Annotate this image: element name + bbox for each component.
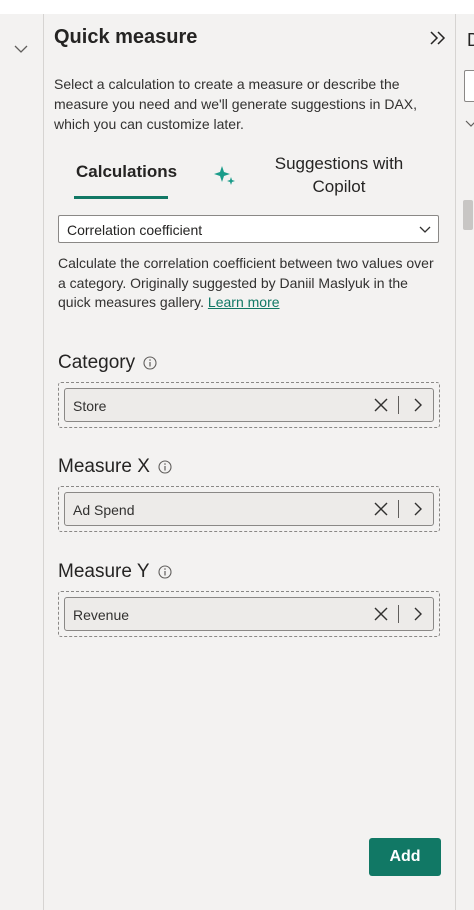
right-pane-search-input[interactable] xyxy=(464,70,474,102)
measure-y-field[interactable]: Revenue xyxy=(64,597,434,631)
calculation-dropdown-value: Correlation coefficient xyxy=(67,222,203,238)
category-field[interactable]: Store xyxy=(64,388,434,422)
measure-x-field[interactable]: Ad Spend xyxy=(64,492,434,526)
double-chevron-right-icon[interactable] xyxy=(428,27,448,49)
measure-x-drop-well[interactable]: Ad Spend xyxy=(58,486,440,532)
right-pane-header: D xyxy=(467,30,474,50)
category-drop-well[interactable]: Store xyxy=(58,382,440,428)
chevron-right-icon[interactable] xyxy=(411,500,425,518)
measure-y-field-value: Revenue xyxy=(73,607,130,623)
tab-suggestions-with-copilot[interactable]: Suggestions with Copilot xyxy=(254,152,424,198)
measure-y-label: Measure Y xyxy=(58,561,172,583)
info-icon[interactable] xyxy=(157,565,172,579)
learn-more-link[interactable]: Learn more xyxy=(208,294,280,310)
category-label-text: Category xyxy=(58,352,136,373)
left-pane xyxy=(0,14,44,910)
quick-measure-panel: Quick measure Select a calculation to cr… xyxy=(44,14,456,910)
measure-y-drop-well[interactable]: Revenue xyxy=(58,591,440,637)
measure-x-field-value: Ad Spend xyxy=(73,502,135,518)
category-field-value: Store xyxy=(73,398,107,414)
chevron-down-icon[interactable] xyxy=(465,118,474,130)
info-icon[interactable] xyxy=(158,460,172,474)
copilot-sparkle-icon xyxy=(214,166,235,185)
chevron-right-icon[interactable] xyxy=(411,605,425,623)
top-strip xyxy=(0,0,474,14)
calculation-dropdown[interactable]: Correlation coefficient xyxy=(58,215,439,243)
chevron-right-icon[interactable] xyxy=(411,396,425,414)
scrollbar-thumb[interactable] xyxy=(463,200,473,230)
field-divider xyxy=(398,500,399,518)
close-icon[interactable] xyxy=(373,396,389,414)
measure-x-label: Measure X xyxy=(58,456,172,478)
close-icon[interactable] xyxy=(373,500,389,518)
panel-description: Select a calculation to create a measure… xyxy=(54,76,418,132)
panel-title: Quick measure xyxy=(54,26,198,48)
field-divider xyxy=(398,605,399,623)
chevron-down-icon xyxy=(419,226,431,233)
tab-calculations[interactable]: Calculations xyxy=(76,162,177,182)
field-divider xyxy=(398,396,399,414)
category-label: Category xyxy=(58,352,157,374)
close-icon[interactable] xyxy=(373,605,389,623)
info-icon[interactable] xyxy=(143,356,157,370)
right-pane: D xyxy=(456,14,474,910)
measure-x-label-text: Measure X xyxy=(58,456,150,477)
chevron-down-icon[interactable] xyxy=(13,41,29,57)
tab-selected-indicator xyxy=(74,196,168,199)
measure-y-label-text: Measure Y xyxy=(58,561,150,582)
calculation-description: Calculate the correlation coefficient be… xyxy=(58,254,443,313)
add-button[interactable]: Add xyxy=(369,838,441,876)
